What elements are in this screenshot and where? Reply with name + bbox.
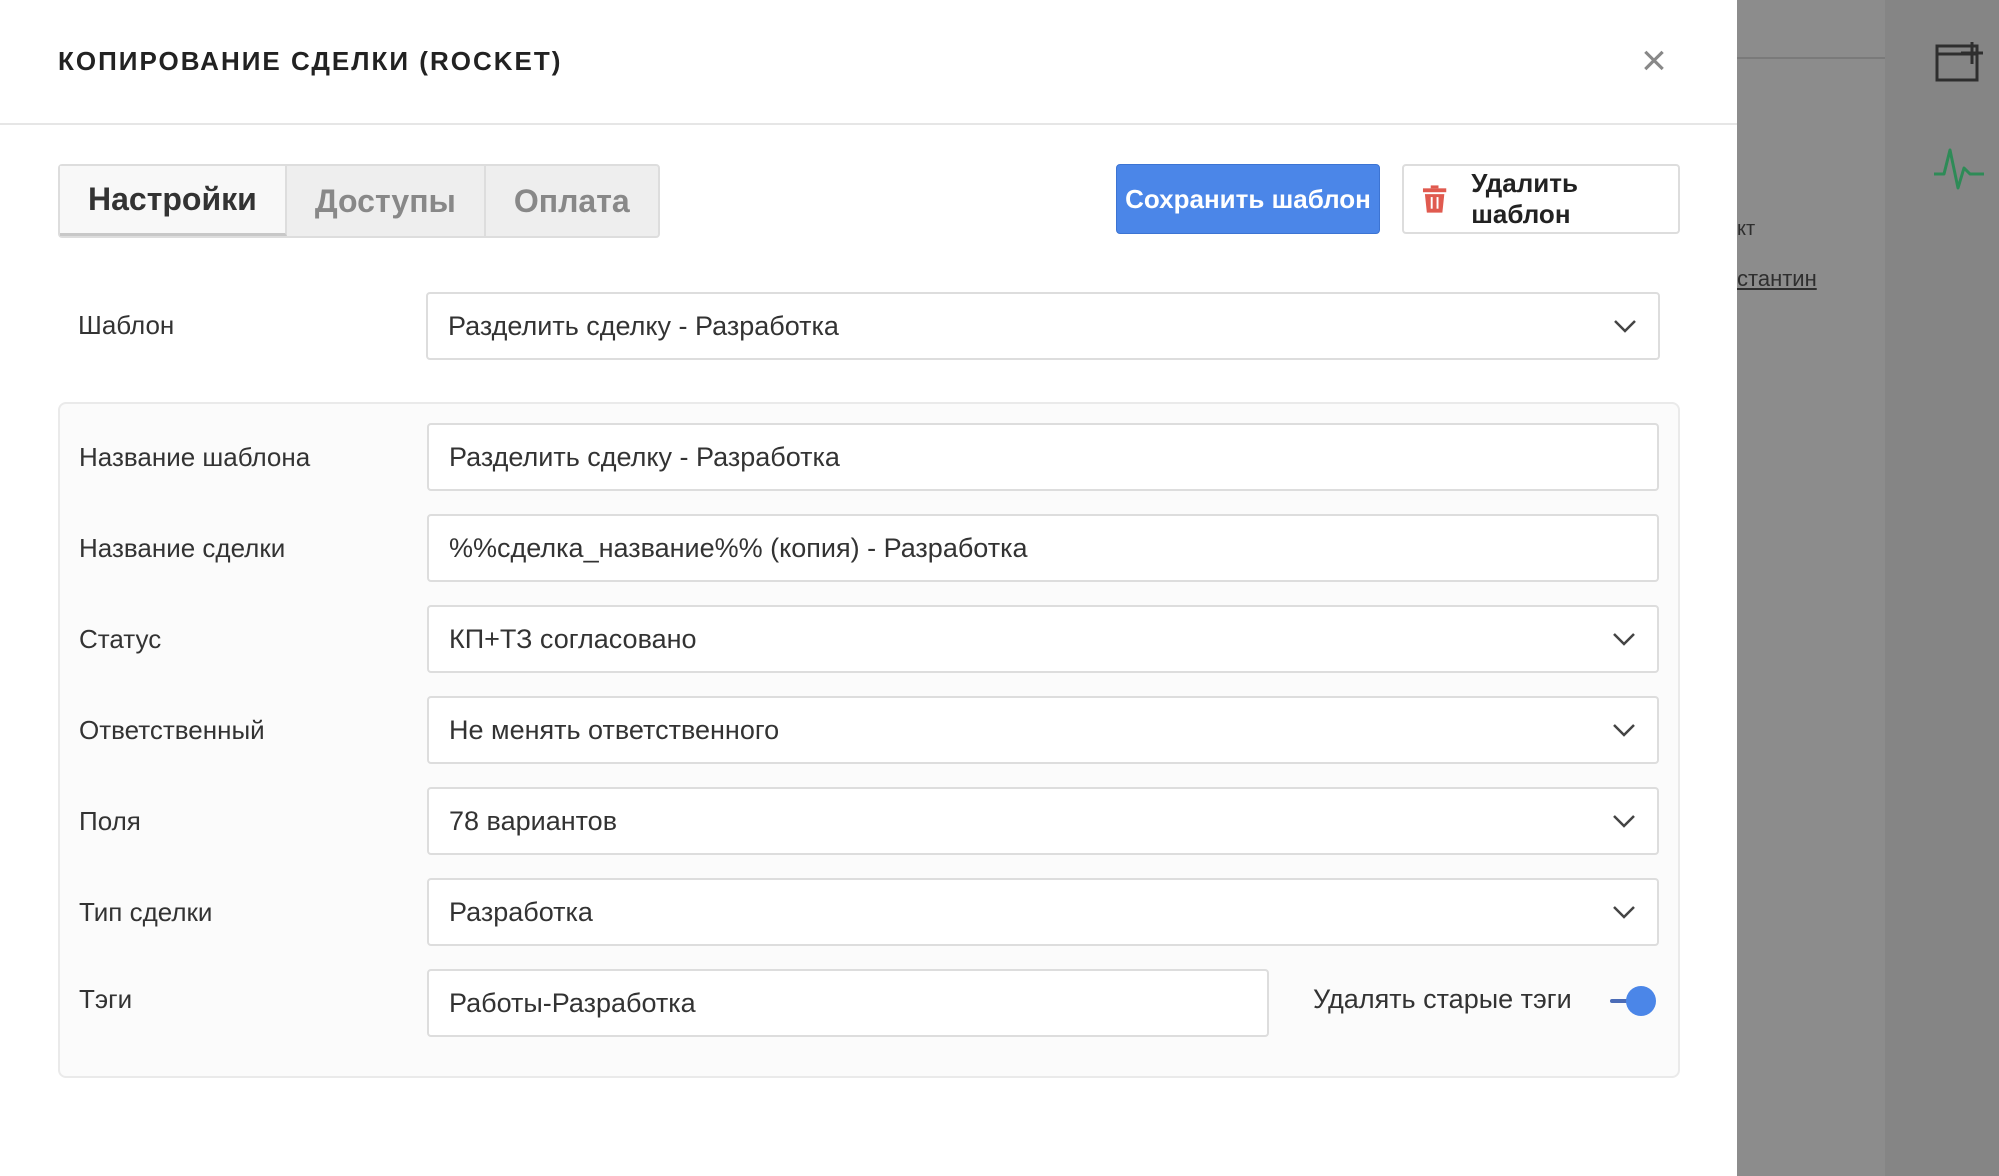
responsible-select[interactable]: Не менять ответственного (427, 696, 1659, 764)
delete-template-label: Удалить шаблон (1471, 168, 1578, 229)
fields-label: Поля (79, 806, 141, 836)
copy-deal-modal: КОПИРОВАНИЕ СДЕЛКИ (ROCKET) × Настройки … (0, 0, 1737, 1176)
deal-type-label: Тип сделки (79, 897, 213, 927)
trash-icon (1422, 185, 1447, 213)
add-window-icon[interactable] (1934, 38, 1986, 84)
status-select[interactable]: КП+ТЗ согласовано (427, 605, 1659, 673)
save-template-button[interactable]: Сохранить шаблон (1116, 164, 1380, 234)
chevron-down-icon (1613, 815, 1635, 828)
background-divider (1737, 57, 1885, 59)
template-select[interactable]: Разделить сделку - Разработка (426, 292, 1660, 360)
tags-value: Работы-Разработка (449, 987, 696, 1018)
toggle-knob (1626, 986, 1656, 1016)
chevron-down-icon (1613, 906, 1635, 919)
delete-old-tags-label: Удалять старые тэги (1313, 984, 1572, 1014)
fields-select[interactable]: 78 вариантов (427, 787, 1659, 855)
pulse-icon[interactable] (1932, 144, 1986, 190)
deal-type-select[interactable]: Разработка (427, 878, 1659, 946)
deal-name-value: %%сделка_название%% (копия) - Разработка (449, 532, 1028, 563)
delete-old-tags-toggle[interactable] (1608, 986, 1658, 1016)
modal-header: КОПИРОВАНИЕ СДЕЛКИ (ROCKET) × (0, 0, 1737, 125)
tab-settings[interactable]: Настройки (60, 166, 287, 236)
template-name-input[interactable]: Разделить сделку - Разработка (427, 423, 1659, 491)
background-link: стантин (1737, 266, 1817, 291)
tags-label: Тэги (79, 984, 133, 1014)
delete-template-button[interactable]: Удалить шаблон (1402, 164, 1680, 234)
template-select-value: Разделить сделку - Разработка (448, 310, 839, 341)
chevron-down-icon (1613, 724, 1635, 737)
background-text: кт (1737, 218, 1756, 240)
close-icon[interactable]: × (1636, 38, 1672, 84)
responsible-label: Ответственный (79, 715, 265, 745)
fields-value: 78 вариантов (449, 805, 618, 836)
chevron-down-icon (1614, 320, 1636, 333)
status-label: Статус (79, 624, 162, 654)
deal-type-value: Разработка (449, 896, 593, 927)
deal-name-input[interactable]: %%сделка_название%% (копия) - Разработка (427, 514, 1659, 582)
template-name-label: Название шаблона (79, 442, 311, 472)
status-value: КП+ТЗ согласовано (449, 623, 697, 654)
tab-payment[interactable]: Оплата (486, 166, 658, 236)
template-label: Шаблон (78, 310, 175, 340)
tab-access[interactable]: Доступы (287, 166, 486, 236)
deal-name-label: Название сделки (79, 533, 286, 563)
chevron-down-icon (1613, 633, 1635, 646)
tabs: Настройки Доступы Оплата (58, 164, 660, 238)
responsible-value: Не менять ответственного (449, 714, 780, 745)
modal-title: КОПИРОВАНИЕ СДЕЛКИ (ROCKET) (58, 46, 563, 76)
tags-input[interactable]: Работы-Разработка (427, 969, 1269, 1037)
template-name-value: Разделить сделку - Разработка (449, 441, 840, 472)
